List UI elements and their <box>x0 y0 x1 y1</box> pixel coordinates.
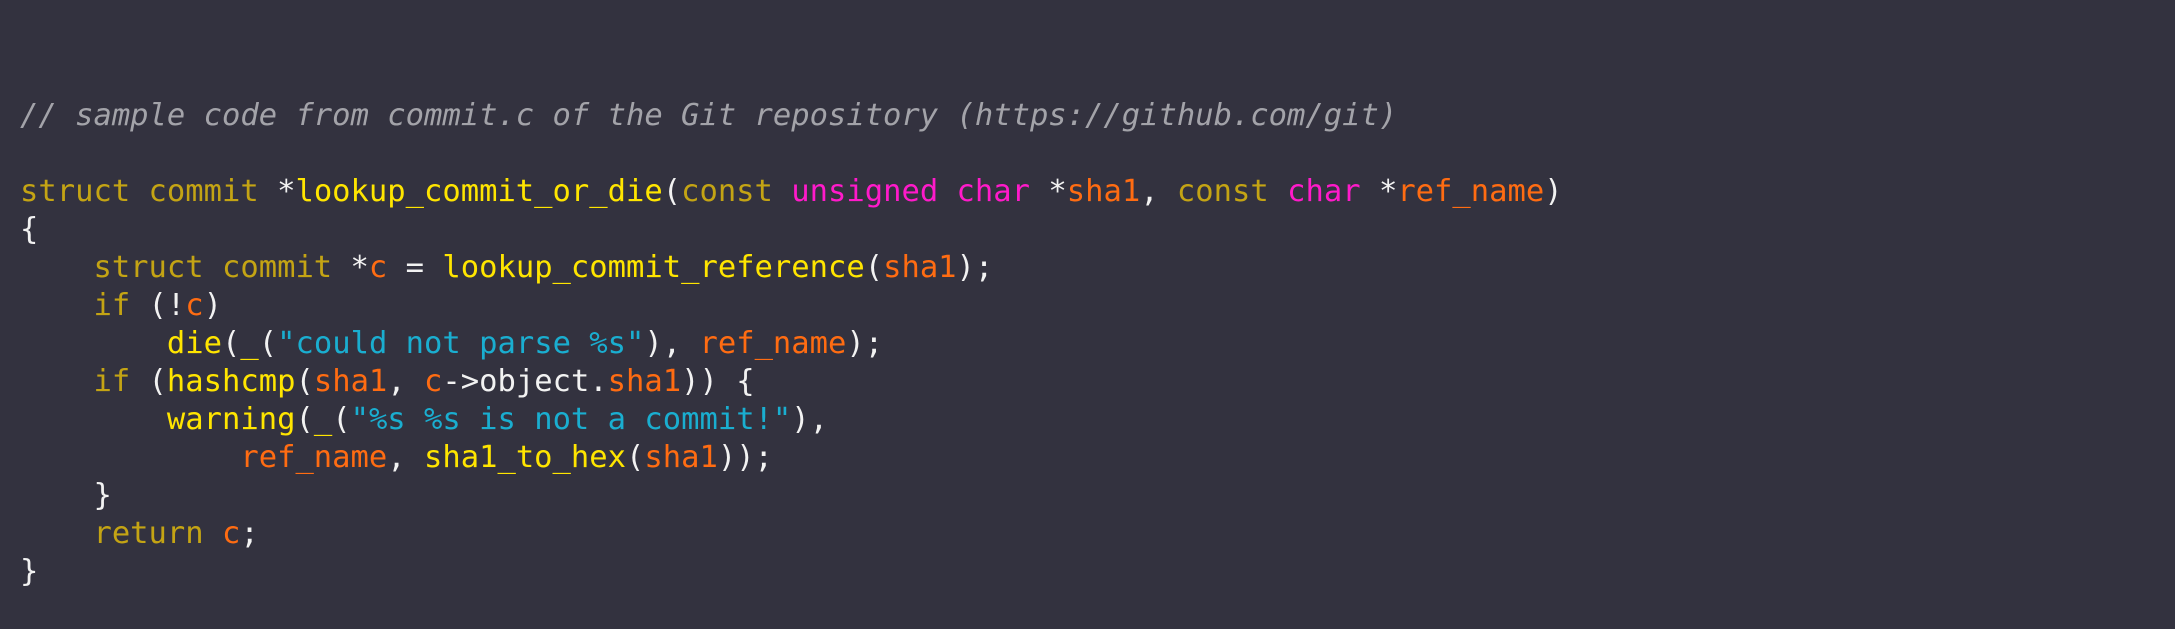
code-token-variable: sha1 <box>644 440 718 475</box>
code-line: struct commit *lookup_commit_or_die(cons… <box>20 173 2175 211</box>
code-token-plain: ) <box>1544 174 1563 209</box>
code-token-variable: ref_name <box>1397 174 1545 209</box>
code-token-variable: c <box>222 516 241 551</box>
code-token-plain: , <box>1140 174 1177 209</box>
code-token-plain: )); <box>717 440 773 475</box>
code-editor[interactable]: // sample code from commit.c of the Git … <box>0 0 2175 589</box>
code-token-type-modifier: char <box>1287 174 1379 209</box>
code-line: warning(_("%s %s is not a commit!"), <box>20 401 2175 439</box>
code-token-plain: ( <box>295 364 314 399</box>
code-token-plain: )) { <box>681 364 755 399</box>
code-token-string: "%s %s is not a commit!" <box>350 402 792 437</box>
code-line: // sample code from commit.c of the Git … <box>20 97 2175 135</box>
code-token-plain: * <box>350 250 369 285</box>
code-token-plain: (! <box>130 288 186 323</box>
code-token-keyword: struct commit <box>20 174 278 209</box>
code-token-plain: ->object. <box>442 364 608 399</box>
code-token-function: die <box>166 326 222 361</box>
code-token-plain: } <box>20 554 39 589</box>
code-token-variable: c <box>424 364 443 399</box>
code-line: if (!c) <box>20 287 2175 325</box>
code-line: ref_name, sha1_to_hex(sha1)); <box>20 439 2175 477</box>
code-token-plain: ( <box>864 250 884 285</box>
code-token-plain: * <box>1048 174 1067 209</box>
code-token-variable: c <box>185 288 204 323</box>
code-token-keyword: struct commit <box>93 250 351 285</box>
code-token-variable: ref_name <box>699 326 847 361</box>
code-token-plain: * <box>1378 174 1398 209</box>
code-token-function: lookup_commit_reference <box>442 250 865 285</box>
code-token-keyword: if <box>93 288 131 323</box>
code-token-plain: ( <box>222 326 241 361</box>
code-token-variable: sha1 <box>1066 174 1141 209</box>
code-token-function: warning <box>166 402 296 437</box>
code-token-plain: = <box>387 250 443 285</box>
code-token-plain: ), <box>644 326 700 361</box>
code-line: die(_("could not parse %s"), ref_name); <box>20 325 2175 363</box>
code-token-plain: ; <box>240 516 259 551</box>
code-token-plain: ( <box>258 326 278 361</box>
code-line: struct commit *c = lookup_commit_referen… <box>20 249 2175 287</box>
code-token-plain: * <box>277 174 296 209</box>
code-token-plain: ), <box>791 402 829 437</box>
code-token-plain: , <box>387 364 425 399</box>
code-token-plain: ( <box>130 364 167 399</box>
code-line: return c; <box>20 515 2175 553</box>
code-token-function: hashcmp <box>166 364 296 399</box>
code-token-plain: } <box>20 478 112 513</box>
code-token-keyword: if <box>93 364 131 399</box>
code-token-string: "could not parse %s" <box>277 326 645 361</box>
code-token-type-modifier: unsigned char <box>791 174 1049 209</box>
code-token-plain: ( <box>295 402 314 437</box>
code-token-comment: // sample code from commit.c of the Git … <box>20 98 1398 133</box>
code-token-variable: ref_name <box>240 440 388 475</box>
code-token-variable: sha1 <box>607 364 682 399</box>
code-token-plain: ); <box>846 326 884 361</box>
code-token-plain: ( <box>626 440 645 475</box>
code-token-variable: c <box>368 250 388 285</box>
code-token-variable: sha1 <box>883 250 957 285</box>
code-token-variable: sha1 <box>313 364 388 399</box>
code-token-keyword: const <box>1176 174 1288 209</box>
code-token-plain: ); <box>956 250 994 285</box>
code-token-keyword: const <box>681 174 792 209</box>
code-lines: // sample code from commit.c of the Git … <box>20 97 2175 591</box>
code-token-function: sha1_to_hex <box>424 440 626 475</box>
code-token-plain: ) <box>203 288 223 323</box>
code-line: } <box>20 553 2175 591</box>
code-token-plain: ( <box>662 174 682 209</box>
code-token-function: _ <box>240 326 259 361</box>
code-token-keyword: return <box>93 516 204 551</box>
code-token-plain: ( <box>332 402 351 437</box>
code-line: { <box>20 211 2175 249</box>
code-token-function: _ <box>313 402 333 437</box>
code-token-plain: { <box>20 212 39 247</box>
code-line: } <box>20 477 2175 515</box>
code-line: if (hashcmp(sha1, c->object.sha1)) { <box>20 363 2175 401</box>
code-token-plain: , <box>387 440 424 475</box>
code-token-function: lookup_commit_or_die <box>295 174 663 209</box>
